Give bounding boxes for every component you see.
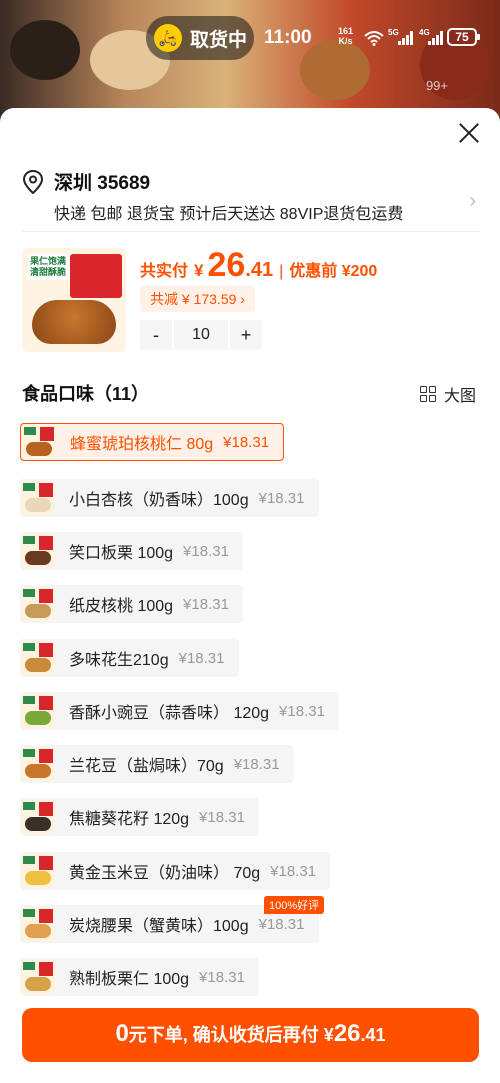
variant-option[interactable]: 黄金玉米豆（奶油味） 70g ¥18.31: [20, 852, 331, 890]
delivery-rider-icon: 🛵: [154, 24, 182, 52]
decrease-button[interactable]: -: [140, 320, 172, 350]
variant-price: ¥18.31: [279, 702, 325, 720]
variant-name: 香酥小豌豆（蒜香味） 120g: [69, 705, 270, 722]
variant-option[interactable]: 香酥小豌豆（蒜香味） 120g ¥18.31: [20, 692, 339, 730]
delivery-status-pill[interactable]: 🛵 取货中: [146, 16, 254, 60]
variant-name: 兰花豆（盐焗味）70g: [69, 758, 224, 775]
good-review-badge: 100%好评: [264, 896, 325, 914]
variant-name: 笑口板栗 100g: [69, 545, 174, 562]
cta-price-decimal: .41: [360, 1025, 386, 1045]
variant-price: ¥18.31: [223, 433, 270, 451]
variant-thumbnail: [21, 481, 55, 515]
walnut-bowl: [32, 300, 116, 344]
background-badge: 99+: [425, 78, 448, 93]
variant-price: ¥18.31: [233, 755, 280, 773]
variant-option[interactable]: 焦糖葵花籽 120g ¥18.31: [20, 798, 259, 836]
variant-name: 炭烧腰果（蟹黄味）100g: [69, 918, 249, 935]
delivery-status-text: 取货中: [190, 29, 248, 51]
delivery-info: 快递 包邮 退货宝 预计后天送达 88VIP退货包运费: [54, 206, 404, 223]
variant-thumbnail: [21, 534, 55, 568]
variant-thumbnail: [21, 747, 55, 781]
variant-price: ¥18.31: [178, 649, 225, 667]
quantity-input[interactable]: 10: [174, 320, 228, 350]
location-pin-icon: [22, 170, 44, 194]
variant-name: 多味花生210g: [69, 652, 169, 669]
price-separator: |: [279, 263, 284, 280]
variant-option[interactable]: 笑口板栗 100g ¥18.31: [20, 532, 243, 570]
variant-thumbnail: [22, 425, 56, 459]
variant-option[interactable]: 多味花生210g ¥18.31: [20, 639, 239, 677]
net-speed-value: 161: [338, 26, 354, 36]
variant-name: 焦糖葵花籽 120g: [69, 811, 190, 828]
chevron-right-icon: ›: [469, 190, 476, 212]
grid-icon: [419, 386, 436, 402]
status-bar: 🛵 取货中 11:00 161 K/s 5G 4G 75: [0, 10, 500, 66]
variant-option[interactable]: 熟制板栗仁 100g ¥18.31: [20, 958, 259, 996]
price-decimal: .41: [245, 259, 274, 281]
variant-price: ¥18.31: [258, 489, 305, 507]
currency-symbol: ¥: [194, 261, 204, 280]
variant-thumbnail: [21, 587, 55, 621]
variant-name: 蜂蜜琥珀核桃仁 80g: [70, 436, 214, 453]
net-speed-unit: K/s: [338, 36, 353, 46]
variant-price: ¥18.31: [199, 968, 245, 986]
increase-button[interactable]: +: [230, 320, 262, 350]
variant-price: ¥18.31: [199, 808, 245, 826]
quantity-stepper: - 10 +: [140, 320, 262, 350]
big-picture-label: 大图: [443, 388, 476, 405]
net-speed: 161 K/s: [338, 26, 353, 46]
variant-thumbnail: [21, 800, 55, 834]
clock: 11:00: [264, 27, 312, 48]
cta-zero: 0: [115, 1020, 129, 1047]
address-title: 深圳 35689: [54, 173, 151, 194]
variant-price: ¥18.31: [183, 595, 229, 613]
sku-selector-sheet: 深圳 35689 快递 包邮 退货宝 预计后天送达 88VIP退货包运费 › 果…: [0, 108, 500, 1083]
price-row: 共实付 ¥ 26 .41 | 优惠前 ¥200: [140, 246, 377, 285]
variant-thumbnail: [21, 960, 55, 994]
cta-price-integer: 26: [333, 1020, 361, 1047]
variant-thumbnail: [21, 907, 55, 941]
before-discount-price: 优惠前 ¥200: [289, 263, 378, 280]
variant-thumbnail: [21, 641, 55, 675]
variant-option[interactable]: 小白杏核（奶香味）100g ¥18.31: [20, 479, 319, 517]
variant-thumbnail: [21, 694, 55, 728]
variant-option[interactable]: 兰花豆（盐焗味）70g ¥18.31: [20, 745, 294, 783]
price-integer: 26: [207, 246, 246, 284]
product-image[interactable]: 果仁饱满 清甜酥脆: [22, 248, 126, 352]
variant-thumbnail: [21, 854, 55, 888]
flavor-section-title: 食品口味（11）: [22, 384, 150, 404]
variant-name: 纸皮核桃 100g: [69, 598, 174, 615]
close-icon[interactable]: [456, 120, 482, 146]
variant-price: ¥18.31: [183, 542, 229, 560]
wifi-icon: [364, 31, 384, 46]
variant-name: 熟制板栗仁 100g: [69, 971, 190, 988]
place-order-button[interactable]: 0 元下单, 确认收货后再付 ¥ 26 .41: [22, 1008, 479, 1062]
variant-option[interactable]: 纸皮核桃 100g ¥18.31: [20, 585, 243, 623]
signal-bars-icon: [398, 31, 413, 45]
savings-chip[interactable]: 共减 ¥ 173.59 ›: [140, 286, 255, 312]
variant-option[interactable]: 蜂蜜琥珀核桃仁 80g ¥18.31: [20, 423, 285, 461]
divider: [22, 231, 480, 232]
variant-name: 黄金玉米豆（奶油味） 70g: [69, 865, 261, 882]
variant-price: ¥18.31: [258, 915, 305, 933]
variant-name: 小白杏核（奶香味）100g: [69, 492, 249, 509]
signal-bars-icon: [428, 31, 443, 45]
variant-price: ¥18.31: [270, 862, 317, 880]
cta-text: 元下单, 确认收货后再付 ¥: [128, 1025, 334, 1045]
battery-icon: 75: [447, 28, 480, 46]
product-image-tag: 果仁饱满 清甜酥脆: [28, 254, 72, 280]
big-picture-toggle[interactable]: 大图: [419, 382, 476, 406]
product-bag: [70, 254, 122, 298]
price-label: 共实付: [140, 263, 189, 280]
